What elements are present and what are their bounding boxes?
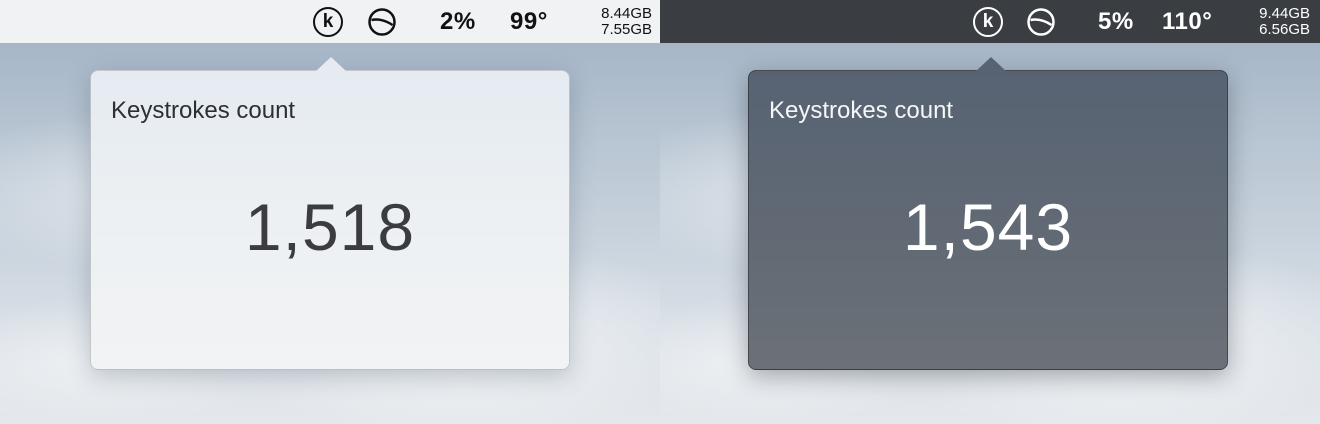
memory-stats[interactable]: 8.44GB 7.55GB	[584, 0, 652, 43]
temperature-reading[interactable]: 99°	[510, 0, 548, 43]
gauge-menu-item[interactable]	[367, 0, 397, 43]
menu-bar: k 2% 99° 8.44GB 7.55GB	[0, 0, 660, 43]
keystroke-count: 1,543	[902, 190, 1074, 264]
keystroke-menu-item[interactable]: k	[973, 0, 1003, 43]
temperature-reading[interactable]: 110°	[1162, 0, 1212, 43]
dark-mode-panel: k 5% 110° 9.44GB 6.56GB Keystrokes count…	[660, 0, 1320, 424]
memory-used: 9.44GB	[1259, 4, 1310, 22]
cpu-percent[interactable]: 2%	[440, 0, 476, 43]
light-mode-panel: k 2% 99° 8.44GB 7.55GB Keystrokes count …	[0, 0, 660, 424]
popover-arrow	[975, 57, 1007, 72]
gauge-icon	[1027, 7, 1055, 36]
keystrokes-popover: Keystrokes count 1,518	[90, 57, 570, 370]
memory-free: 7.55GB	[601, 20, 652, 38]
gauge-menu-item[interactable]	[1026, 0, 1056, 43]
popover-title: Keystrokes count	[769, 97, 954, 124]
gauge-icon	[368, 7, 396, 36]
popover-arrow	[315, 57, 347, 72]
memory-used: 8.44GB	[601, 4, 652, 22]
keystrokes-popover: Keystrokes count 1,543	[748, 57, 1228, 370]
keystroke-menu-item[interactable]: k	[313, 0, 343, 43]
menu-bar: k 5% 110° 9.44GB 6.56GB	[660, 0, 1320, 43]
cpu-percent[interactable]: 5%	[1098, 0, 1134, 43]
popover-title: Keystrokes count	[111, 97, 296, 124]
memory-free: 6.56GB	[1259, 20, 1310, 38]
keystroke-count: 1,518	[244, 190, 416, 264]
keystroke-k-icon: k	[973, 6, 1003, 37]
memory-stats[interactable]: 9.44GB 6.56GB	[1240, 0, 1310, 43]
keystroke-k-icon: k	[313, 6, 343, 37]
